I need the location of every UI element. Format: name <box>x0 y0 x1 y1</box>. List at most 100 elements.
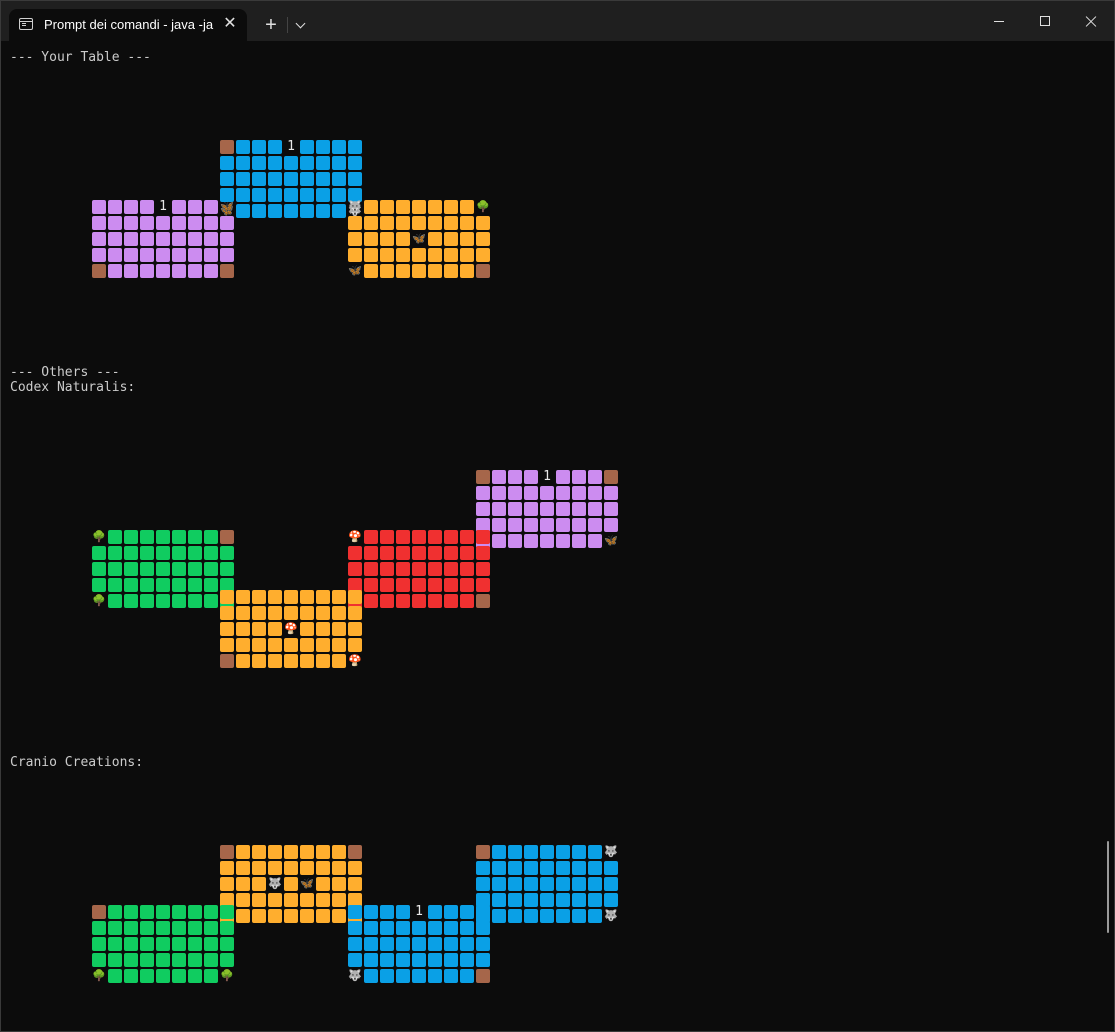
card-cell <box>332 204 346 218</box>
corner-cell <box>604 470 618 484</box>
card-cell <box>460 562 474 576</box>
card-cell <box>268 204 282 218</box>
card-cell <box>300 156 314 170</box>
card-cell <box>316 638 330 652</box>
card-cell <box>124 969 138 983</box>
card-cell <box>188 578 202 592</box>
card-cell <box>428 562 442 576</box>
card-cell <box>156 264 170 278</box>
card-cell <box>188 232 202 246</box>
card-cell <box>604 861 618 875</box>
card-cell <box>540 486 554 500</box>
card-cell <box>444 953 458 967</box>
chevron-down-icon[interactable] <box>290 15 312 37</box>
card-cell <box>204 530 218 544</box>
card-cell <box>156 937 170 951</box>
card-cell <box>188 921 202 935</box>
card-cell <box>268 172 282 186</box>
card-cell <box>252 204 266 218</box>
card-cell <box>268 638 282 652</box>
plus-icon[interactable]: + <box>259 13 283 37</box>
corner-cell <box>476 969 490 983</box>
card-cell <box>572 861 586 875</box>
card-cell <box>396 937 410 951</box>
card-cell <box>364 562 378 576</box>
scrollbar-thumb[interactable] <box>1107 841 1109 933</box>
card-cell <box>220 921 234 935</box>
card-cell <box>508 877 522 891</box>
card-cell <box>556 893 570 907</box>
card-cell <box>364 905 378 919</box>
card-cell <box>300 845 314 859</box>
card-cell <box>268 606 282 620</box>
card-cell <box>348 172 362 186</box>
card-cell <box>236 188 250 202</box>
card-cell <box>492 861 506 875</box>
card-cell <box>108 953 122 967</box>
minimize-button[interactable] <box>976 1 1022 41</box>
wolf-icon: 🐺 <box>604 909 618 922</box>
card-cell <box>588 909 602 923</box>
card-cell <box>364 248 378 262</box>
card-cell <box>524 470 538 484</box>
card-cell <box>396 264 410 278</box>
card-cell <box>300 638 314 652</box>
maximize-button[interactable] <box>1022 1 1068 41</box>
card-cell <box>524 534 538 548</box>
card-cell <box>92 216 106 230</box>
card-cell <box>380 905 394 919</box>
corner-cell <box>348 905 362 919</box>
card-cell <box>460 937 474 951</box>
card-cell <box>108 530 122 544</box>
card-cell <box>108 905 122 919</box>
card-cell <box>412 594 426 608</box>
card-cell <box>540 877 554 891</box>
card-cell <box>348 622 362 636</box>
card-cell <box>604 518 618 532</box>
card-cell <box>396 969 410 983</box>
wolf-icon: 🐺 <box>268 877 282 890</box>
card-cell <box>316 188 330 202</box>
card-cell <box>412 248 426 262</box>
card-cell <box>572 470 586 484</box>
card-cell <box>268 909 282 923</box>
card-cell <box>92 232 106 246</box>
close-window-button[interactable] <box>1068 1 1114 41</box>
card-cell <box>396 578 410 592</box>
tab-command-prompt[interactable]: Prompt dei comandi - java -ja ✕ <box>9 9 247 41</box>
card-cell <box>412 969 426 983</box>
card-cell <box>252 845 266 859</box>
card-cell <box>460 232 474 246</box>
card-cell <box>236 606 250 620</box>
card-cell <box>476 248 490 262</box>
card-cell <box>348 861 362 875</box>
card-cell <box>332 590 346 604</box>
card-cell <box>268 893 282 907</box>
card-cell <box>124 216 138 230</box>
card-cell <box>556 909 570 923</box>
card-cell <box>172 969 186 983</box>
card-cell <box>220 953 234 967</box>
card-cell <box>492 845 506 859</box>
card-cell <box>348 953 362 967</box>
card-cell <box>268 188 282 202</box>
card-cell <box>172 594 186 608</box>
card-cell <box>172 248 186 262</box>
card-cell <box>92 937 106 951</box>
card-cell <box>508 909 522 923</box>
card-cell <box>492 893 506 907</box>
card-cell <box>268 845 282 859</box>
card-cell <box>428 953 442 967</box>
card-cell <box>332 606 346 620</box>
card-cell <box>252 893 266 907</box>
terminal-icon <box>19 18 33 30</box>
card-cell <box>124 562 138 576</box>
corner-cell <box>476 530 490 544</box>
card-cell <box>588 845 602 859</box>
close-icon[interactable]: ✕ <box>221 15 239 33</box>
card-cell <box>284 877 298 891</box>
card-cell <box>476 232 490 246</box>
card-cell <box>364 546 378 560</box>
card-cell <box>444 546 458 560</box>
card-cell <box>124 232 138 246</box>
